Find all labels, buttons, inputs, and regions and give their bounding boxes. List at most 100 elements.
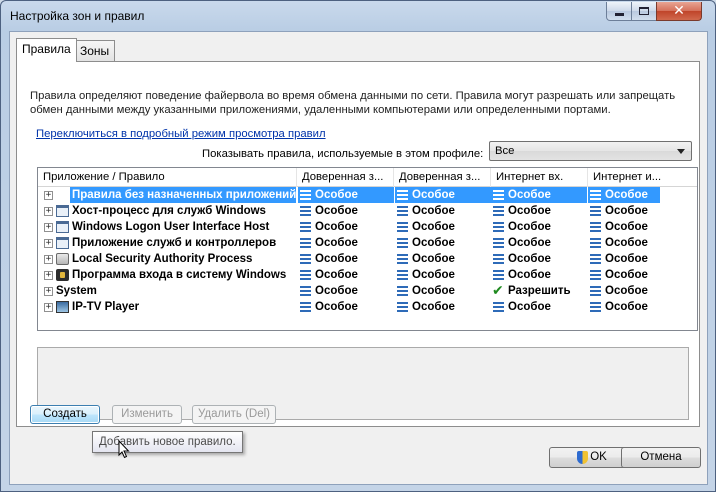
rule-permission-cell[interactable]: Особое [395, 187, 491, 203]
custom-rule-icon [590, 254, 601, 264]
rule-permission-cell[interactable]: Особое [395, 219, 491, 235]
rule-permission-cell[interactable]: Особое [298, 267, 394, 283]
rule-permission-cell[interactable]: Особое [588, 267, 697, 283]
custom-rule-icon [300, 254, 311, 264]
rules-list-rows: + Правила без назначенных приложений Особо… [38, 187, 697, 315]
expand-icon[interactable]: + [44, 303, 53, 312]
permission-value: Особое [605, 301, 648, 313]
rule-name-cell: + Приложение служб и контроллеров [44, 235, 296, 251]
minimize-button[interactable] [606, 2, 632, 21]
column-header-internet-in[interactable]: Интернет вх. [491, 168, 588, 187]
dialog-client-area: Правила Зоны Правила определяют поведени… [9, 31, 708, 485]
rule-permission-cell[interactable]: Особое [588, 235, 697, 251]
expand-icon[interactable]: + [44, 271, 53, 280]
column-header-trusted-zone-2[interactable]: Доверенная з... [394, 168, 491, 187]
rule-permission-cell[interactable]: Особое [491, 267, 587, 283]
table-row[interactable]: + Приложение служб и контроллеров Особое Ос… [38, 235, 697, 251]
chevron-down-icon [677, 149, 685, 154]
permission-value: Особое [605, 205, 648, 217]
permission-value: Особое [412, 301, 455, 313]
rules-list[interactable]: Приложение / Правило Доверенная з... Дов… [37, 167, 698, 331]
title-bar[interactable]: Настройка зон и правил ✕ [1, 1, 715, 31]
table-row[interactable]: + IP-TV Player Особое Особое Особое Особое [38, 299, 697, 315]
table-row[interactable]: + Local Security Authority Process Особое О… [38, 251, 697, 267]
rules-list-header: Приложение / Правило Доверенная з... Дов… [38, 168, 697, 187]
permission-value: Особое [315, 189, 358, 201]
minimize-icon [614, 12, 624, 16]
permission-value: Особое [605, 285, 648, 297]
expand-icon[interactable]: + [44, 287, 53, 296]
rule-name-cell: + Правила без назначенных приложений [44, 187, 296, 203]
rule-permission-cell[interactable]: Особое [588, 203, 697, 219]
custom-rule-icon [493, 222, 504, 232]
custom-rule-icon [590, 270, 601, 280]
table-row[interactable]: + Правила без назначенных приложений Особо… [38, 187, 697, 203]
ok-button-label: OK [590, 451, 607, 463]
table-row[interactable]: + Хост-процесс для служб Windows Особое Осо… [38, 203, 697, 219]
rule-permission-cell[interactable]: Особое [491, 187, 587, 203]
rule-permission-cell[interactable]: Особое [395, 267, 491, 283]
cancel-button[interactable]: Отмена [621, 447, 701, 468]
rule-permission-cell[interactable]: Особое [588, 251, 697, 267]
rule-permission-cell[interactable]: Особое [588, 299, 697, 315]
custom-rule-icon [300, 222, 311, 232]
permission-value: Разрешить [508, 285, 571, 297]
close-button[interactable]: ✕ [656, 2, 702, 21]
rule-permission-cell[interactable]: Особое [395, 299, 491, 315]
table-row[interactable]: + Программа входа в систему Windows Особое… [38, 267, 697, 283]
rule-name: IP-TV Player [72, 301, 140, 313]
rule-permission-cell[interactable]: Особое [298, 251, 394, 267]
delete-rule-button[interactable]: Удалить (Del) [192, 405, 276, 424]
rule-permission-cell[interactable]: Особое [491, 299, 587, 315]
custom-rule-icon [493, 206, 504, 216]
rule-permission-cell[interactable]: Особое [298, 235, 394, 251]
expand-icon[interactable]: + [44, 191, 53, 200]
detailed-view-link[interactable]: Переключиться в подробный режим просмотр… [36, 128, 326, 140]
permission-value: Особое [508, 205, 551, 217]
expand-icon[interactable]: + [44, 223, 53, 232]
column-header-internet-out[interactable]: Интернет и... [588, 168, 697, 187]
rule-permission-cell[interactable]: Особое [491, 251, 587, 267]
permission-value: Особое [412, 269, 455, 281]
create-rule-button[interactable]: Создать [30, 405, 100, 424]
rule-permission-cell[interactable]: Особое [491, 219, 587, 235]
rule-permission-cell[interactable]: ✔ Разрешить [491, 283, 587, 299]
custom-rule-icon [300, 190, 311, 200]
table-row[interactable]: + System Особое Особое ✔ Разрешить Особое [38, 283, 697, 299]
rule-name-cell: + IP-TV Player [44, 299, 296, 315]
rule-permission-cell[interactable]: Особое [588, 219, 697, 235]
custom-rule-icon [590, 222, 601, 232]
rule-permission-cell[interactable]: Особое [395, 251, 491, 267]
rule-permission-cell[interactable]: Особое [298, 283, 394, 299]
maximize-button[interactable] [631, 2, 657, 21]
rule-permission-cell[interactable]: Особое [298, 187, 394, 203]
expand-icon[interactable]: + [44, 239, 53, 248]
lock-app-icon [56, 269, 69, 281]
rule-permission-cell[interactable]: Особое [298, 203, 394, 219]
rule-permission-cell[interactable]: Особое [491, 235, 587, 251]
column-header-trusted-zone-1[interactable]: Доверенная з... [297, 168, 394, 187]
permission-value: Особое [315, 269, 358, 281]
expand-icon[interactable]: + [44, 207, 53, 216]
rule-name: Приложение служб и контроллеров [72, 237, 277, 249]
expand-icon[interactable]: + [44, 255, 53, 264]
rule-permission-cell[interactable]: Особое [298, 299, 394, 315]
rules-tab-panel: Правила определяют поведение файервола в… [16, 61, 700, 427]
custom-rule-icon [590, 238, 601, 248]
rule-permission-cell[interactable]: Особое [588, 283, 697, 299]
table-row[interactable]: + Windows Logon User Interface Host Особое… [38, 219, 697, 235]
rule-permission-cell[interactable]: Особое [395, 235, 491, 251]
tab-rules[interactable]: Правила [16, 38, 77, 62]
custom-rule-icon [590, 302, 601, 312]
profile-filter-select[interactable]: Все [489, 141, 692, 161]
custom-rule-icon [300, 270, 311, 280]
edit-rule-button[interactable]: Изменить [112, 405, 182, 424]
rule-permission-cell[interactable]: Особое [588, 187, 660, 203]
tab-zones[interactable]: Зоны [74, 40, 116, 61]
permission-value: Особое [412, 237, 455, 249]
rule-permission-cell[interactable]: Особое [395, 203, 491, 219]
rule-permission-cell[interactable]: Особое [395, 283, 491, 299]
rule-permission-cell[interactable]: Особое [491, 203, 587, 219]
rule-permission-cell[interactable]: Особое [298, 219, 394, 235]
column-header-application[interactable]: Приложение / Правило [38, 168, 297, 187]
